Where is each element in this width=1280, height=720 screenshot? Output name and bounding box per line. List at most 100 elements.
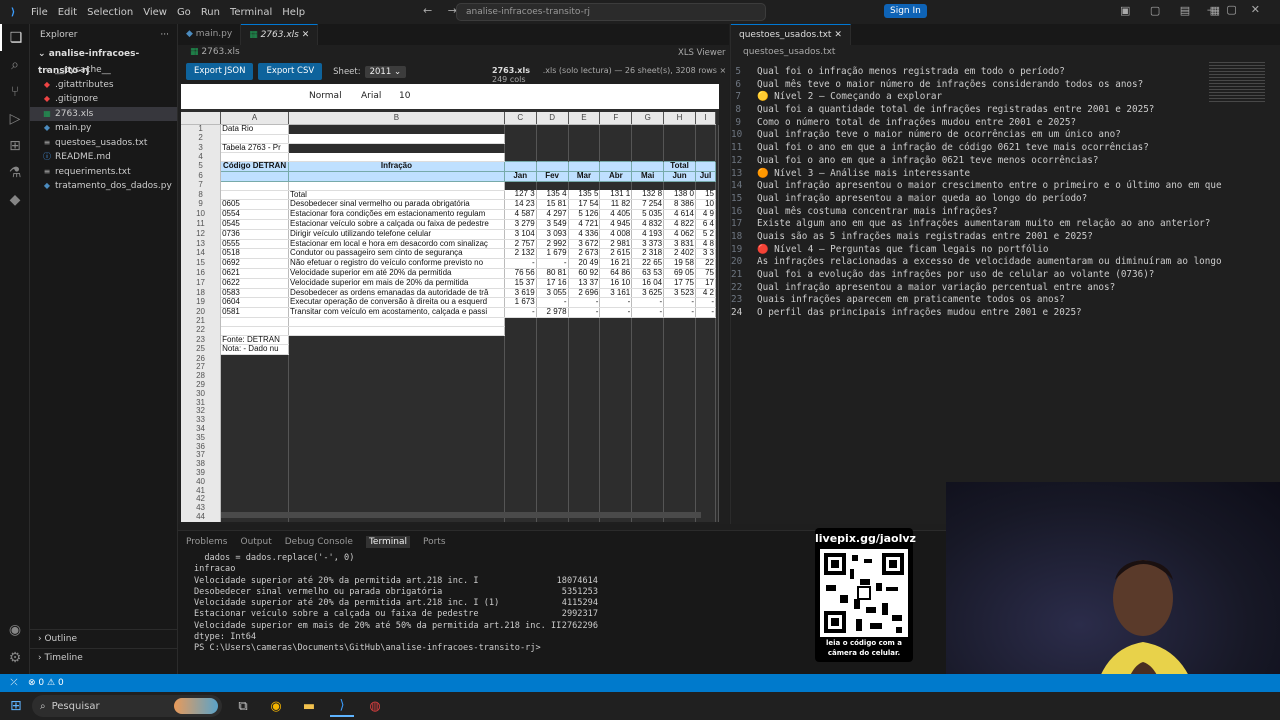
- sheet-cell[interactable]: Dirigir veículo utilizando telefone celu…: [288, 229, 505, 240]
- sheet-cell[interactable]: [504, 335, 537, 345]
- more-icon[interactable]: ···: [160, 30, 169, 40]
- sheet-cell[interactable]: [599, 161, 633, 172]
- sheet-cell[interactable]: 5 2: [695, 229, 717, 240]
- file-item[interactable]: ◆ .gitattributes: [30, 78, 177, 93]
- row-number[interactable]: 38: [181, 460, 222, 469]
- sheet-cell[interactable]: [504, 143, 537, 153]
- sheet-cell[interactable]: 8 386: [663, 199, 696, 211]
- vscode-taskbar-icon[interactable]: ⟩: [330, 695, 354, 717]
- row-number[interactable]: 44: [181, 512, 222, 522]
- file-item[interactable]: ⓘ README.md: [30, 150, 177, 165]
- sheet-cell[interactable]: [220, 190, 290, 201]
- file-item[interactable]: ≡ requeriments.txt: [30, 165, 177, 180]
- sheet-cell[interactable]: 2 981: [599, 239, 633, 250]
- sheet-cell[interactable]: 4 008: [599, 229, 633, 240]
- sheet-cell[interactable]: [288, 124, 505, 135]
- sheet-cell[interactable]: 64 86: [599, 268, 633, 279]
- sheet-cell[interactable]: -: [631, 297, 665, 309]
- row-number[interactable]: 14: [181, 248, 222, 259]
- sheet-cell[interactable]: 0622: [220, 278, 290, 289]
- sheet-cell[interactable]: Abr: [599, 170, 633, 182]
- sheet-cell[interactable]: [568, 181, 601, 191]
- sheet-cell[interactable]: [631, 326, 665, 336]
- sheet-cell[interactable]: 3 549: [536, 219, 569, 230]
- obs-icon[interactable]: ◍: [363, 695, 387, 717]
- code-line[interactable]: 8 Qual foi a quantidade total de infraçõe…: [731, 104, 1211, 117]
- style-select[interactable]: Normal: [309, 91, 342, 101]
- sheet-cell[interactable]: [220, 317, 290, 327]
- sheet-cell[interactable]: [663, 152, 696, 162]
- sheet-cell[interactable]: 4 193: [631, 229, 665, 240]
- window-controls[interactable]: –▢✕: [1207, 3, 1274, 16]
- sheet-cell[interactable]: 3 619: [504, 288, 537, 299]
- sheet-cell[interactable]: -: [599, 297, 633, 309]
- sheet-cell[interactable]: 4 062: [663, 229, 696, 240]
- sheet-grid[interactable]: A B C D E F G H I 1 Data Rio 2 3 Tabela 2763 - Pr 4 5 Có…: [181, 112, 719, 522]
- sheet-cell[interactable]: 0518: [220, 248, 290, 260]
- panel-tab-ports[interactable]: Ports: [423, 537, 446, 547]
- sheet-cell[interactable]: 60 92: [568, 268, 601, 279]
- sheet-cell[interactable]: 5 035: [631, 209, 665, 220]
- export-json-button[interactable]: Export JSON: [186, 63, 254, 80]
- row-number[interactable]: 17: [181, 278, 222, 289]
- sheet-cell[interactable]: [504, 124, 537, 135]
- sheet-cell[interactable]: [567, 161, 601, 172]
- python-icon[interactable]: ◆: [0, 186, 30, 213]
- row-number[interactable]: 21: [181, 317, 222, 327]
- sheet-cell[interactable]: [631, 134, 665, 144]
- sheet-cell[interactable]: [288, 152, 505, 163]
- sheet-cell[interactable]: [568, 335, 601, 345]
- sheet-cell[interactable]: 3 161: [599, 288, 633, 299]
- sheet-cell[interactable]: 131 1: [599, 190, 633, 201]
- sheet-cell[interactable]: [695, 335, 717, 345]
- sheet-cell[interactable]: Executar operação de conversão à direita…: [288, 297, 505, 309]
- file-explorer-icon[interactable]: ▬: [297, 695, 321, 717]
- sheet-cell[interactable]: [503, 161, 537, 172]
- sheet-cell[interactable]: [536, 143, 569, 153]
- row-number[interactable]: 2: [181, 134, 222, 144]
- code-line[interactable]: 7 🟡 Nível 2 — Começando a explorar: [731, 91, 1211, 104]
- row-number[interactable]: 39: [181, 468, 222, 478]
- extensions-icon[interactable]: ⊞: [0, 132, 30, 159]
- row-number[interactable]: 43: [181, 504, 222, 513]
- account-icon[interactable]: ◉: [0, 616, 30, 643]
- file-item[interactable]: ≡ questoes_usados.txt: [30, 136, 177, 151]
- sheet-cell[interactable]: 1 673: [504, 297, 537, 309]
- row-number[interactable]: 12: [181, 229, 222, 240]
- tab-questoes-usados[interactable]: questoes_usados.txt ✕: [731, 24, 851, 45]
- sheet-cell[interactable]: [631, 181, 665, 191]
- row-number[interactable]: 42: [181, 495, 222, 505]
- sheet-cell[interactable]: [536, 335, 569, 345]
- sheet-cell[interactable]: [288, 134, 505, 144]
- windows-start-icon[interactable]: ⊞: [10, 698, 22, 714]
- sheet-cell[interactable]: [631, 143, 665, 153]
- sheet-cell[interactable]: [568, 152, 601, 162]
- row-number[interactable]: 26: [181, 354, 222, 364]
- row-number[interactable]: 22: [181, 326, 222, 336]
- menu-item-go[interactable]: Go: [177, 7, 191, 18]
- sheet-cell[interactable]: -: [631, 307, 665, 318]
- row-number[interactable]: 29: [181, 381, 222, 390]
- sheet-cell[interactable]: 17 16: [536, 278, 569, 289]
- sheet-cell[interactable]: 3 625: [631, 288, 665, 299]
- code-lines[interactable]: 5 Qual foi o infração menos registrada em…: [731, 66, 1222, 320]
- sheet-cell[interactable]: 0581: [220, 307, 290, 318]
- sheet-cell[interactable]: [631, 124, 665, 135]
- sheet-cell[interactable]: [536, 181, 569, 191]
- sheet-cell[interactable]: 15: [695, 190, 717, 201]
- panel-tab-terminal[interactable]: Terminal: [365, 536, 410, 548]
- sheet-cell[interactable]: 135 4: [536, 190, 569, 201]
- sheet-cell[interactable]: 20 49: [568, 258, 601, 269]
- sheet-cell[interactable]: 4 822: [663, 219, 696, 230]
- file-item[interactable]: ◆ tratamento_dos_dados.py: [30, 179, 177, 194]
- sheet-cell[interactable]: [599, 124, 633, 135]
- sheet-cell[interactable]: Não efetuar o registro do veículo confor…: [288, 258, 505, 269]
- sheet-cell[interactable]: Condutor ou passageiro sem cinto de segu…: [288, 248, 505, 260]
- row-number[interactable]: 33: [181, 416, 222, 425]
- row-number[interactable]: 35: [181, 433, 222, 443]
- sheet-cell[interactable]: Infração: [288, 161, 505, 172]
- sheet-cell[interactable]: 127 3: [504, 190, 537, 201]
- sheet-cell[interactable]: -: [568, 307, 601, 318]
- sheet-cell[interactable]: 2 132: [504, 248, 537, 260]
- sheet-cell[interactable]: -: [504, 307, 537, 318]
